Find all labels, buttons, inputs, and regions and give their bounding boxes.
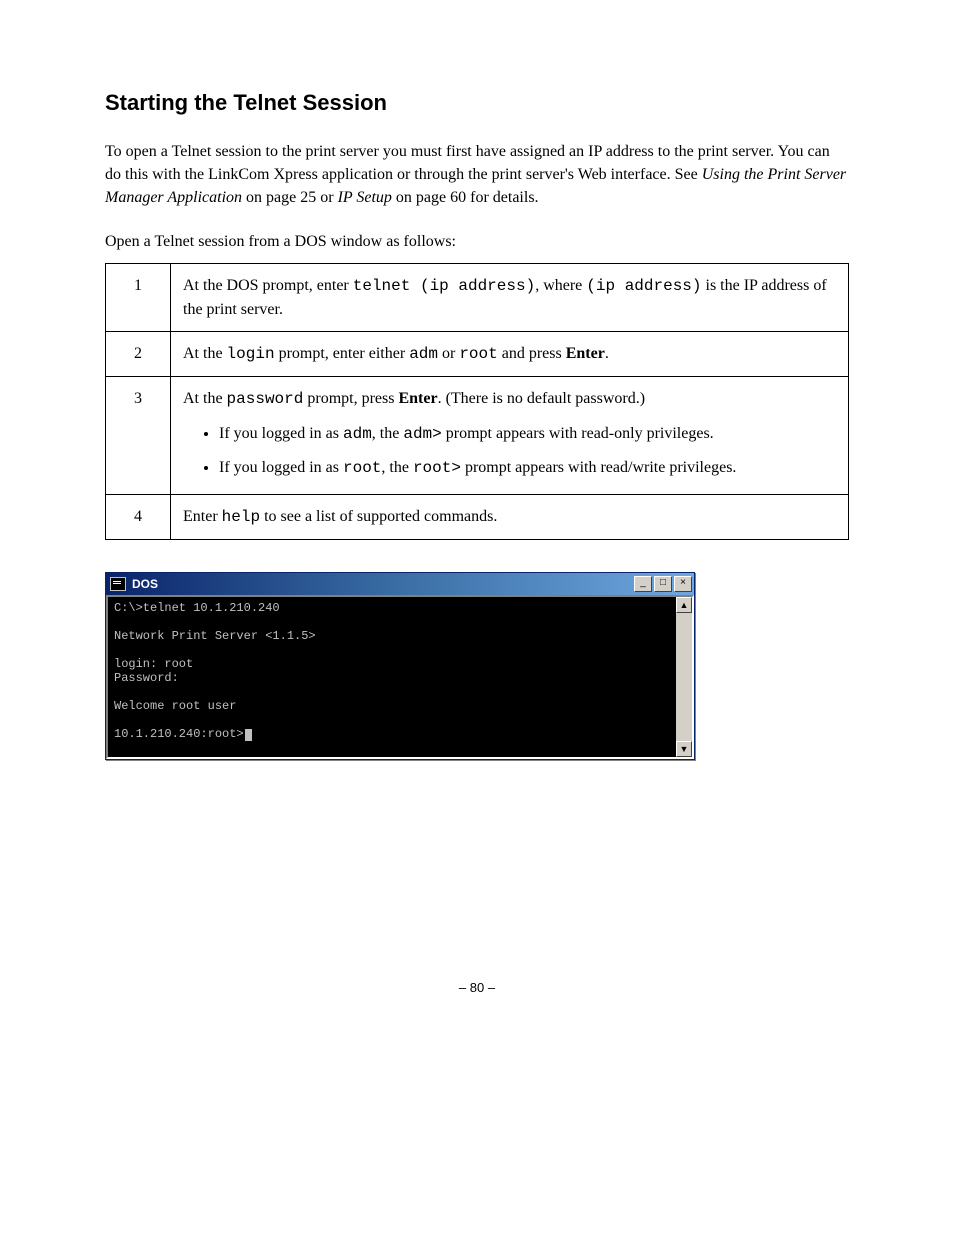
step-content: At the login prompt, enter either adm or… <box>171 332 849 377</box>
console-line: Network Print Server <1.1.5> <box>114 629 316 643</box>
section-heading: Starting the Telnet Session <box>105 90 849 116</box>
console-line: login: root <box>114 657 193 671</box>
window-titlebar[interactable]: DOS _ □ × <box>106 573 694 595</box>
console-output[interactable]: C:\>telnet 10.1.210.240 Network Print Se… <box>108 597 676 757</box>
document-page: Starting the Telnet Session To open a Te… <box>0 0 954 1035</box>
dos-window: DOS _ □ × C:\>telnet 10.1.210.240 Networ… <box>105 572 695 760</box>
step-number: 3 <box>106 377 171 494</box>
table-row: 3 At the password prompt, press Enter. (… <box>106 377 849 494</box>
close-button[interactable]: × <box>674 576 692 592</box>
step-number: 1 <box>106 263 171 331</box>
window-title: DOS <box>132 577 632 591</box>
steps-intro: Open a Telnet session from a DOS window … <box>105 230 849 253</box>
vertical-scrollbar[interactable]: ▲ ▼ <box>676 597 692 757</box>
step-bullet-list: If you logged in as adm, the adm> prompt… <box>183 422 836 480</box>
table-row: 1 At the DOS prompt, enter telnet (ip ad… <box>106 263 849 331</box>
scroll-up-button[interactable]: ▲ <box>676 597 692 613</box>
step-content: At the password prompt, press Enter. (Th… <box>171 377 849 494</box>
cmd-icon <box>110 577 126 591</box>
steps-table: 1 At the DOS prompt, enter telnet (ip ad… <box>105 263 849 540</box>
step-number: 2 <box>106 332 171 377</box>
scrollbar-track[interactable] <box>676 613 692 741</box>
maximize-button[interactable]: □ <box>654 576 672 592</box>
step-content: Enter help to see a list of supported co… <box>171 494 849 539</box>
console-frame: C:\>telnet 10.1.210.240 Network Print Se… <box>106 595 694 759</box>
console-line: 10.1.210.240:root> <box>114 727 244 741</box>
text-cursor <box>245 729 252 741</box>
console-line: C:\>telnet 10.1.210.240 <box>114 601 280 615</box>
page-number: – 80 – <box>105 980 849 995</box>
intro-paragraph: To open a Telnet session to the print se… <box>105 140 849 210</box>
console-line: Password: <box>114 671 179 685</box>
list-item: If you logged in as adm, the adm> prompt… <box>219 422 836 446</box>
step-content: At the DOS prompt, enter telnet (ip addr… <box>171 263 849 331</box>
step-number: 4 <box>106 494 171 539</box>
scroll-down-button[interactable]: ▼ <box>676 741 692 757</box>
table-row: 4 Enter help to see a list of supported … <box>106 494 849 539</box>
list-item: If you logged in as root, the root> prom… <box>219 456 836 480</box>
table-row: 2 At the login prompt, enter either adm … <box>106 332 849 377</box>
minimize-button[interactable]: _ <box>634 576 652 592</box>
console-line: Welcome root user <box>114 699 236 713</box>
